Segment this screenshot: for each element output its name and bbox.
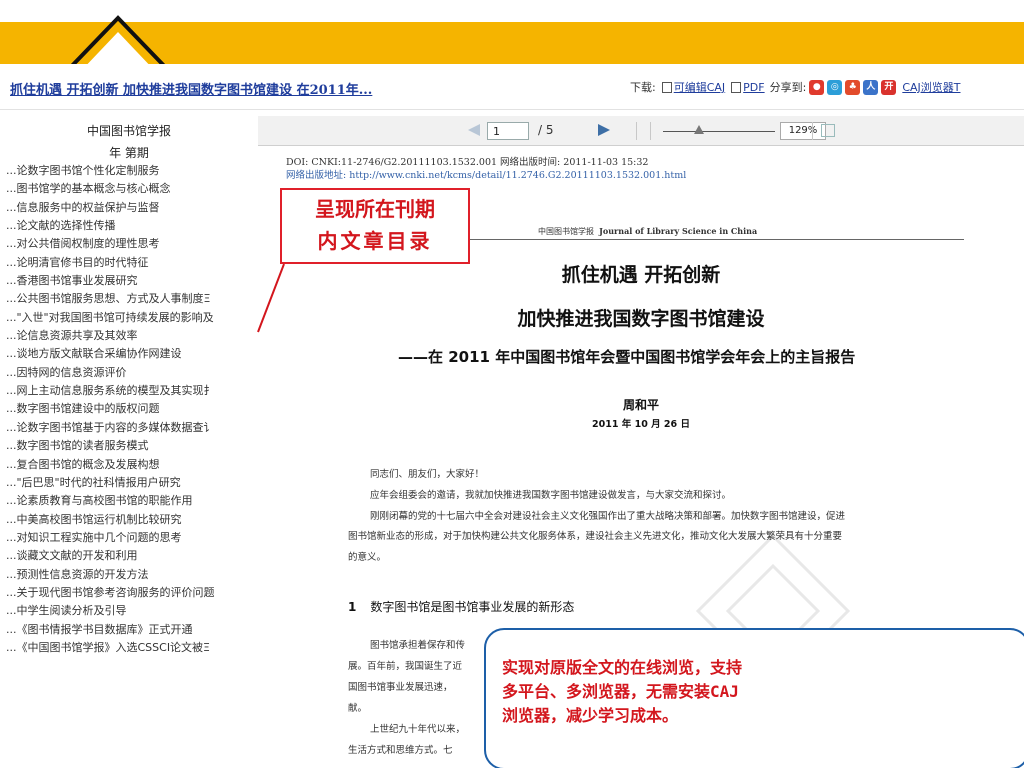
para-s1-3: 国图书馆事业发展迅速，	[348, 682, 453, 693]
para-s1-1: 图书馆承担着保存和传	[370, 640, 466, 651]
toc-callout-line2: 内文章目录	[317, 229, 433, 253]
toc-article-link[interactable]: ...论素质教育与高校图书馆的职能作用	[6, 492, 256, 510]
download-caj-link[interactable]: 可编辑CAJ	[674, 79, 725, 95]
para-s1-4: 献。	[348, 703, 368, 714]
pdf-file-icon	[731, 81, 742, 93]
share-renren-icon[interactable]: ♣	[845, 79, 861, 95]
toc-article-link[interactable]: ...论明清官修书目的时代特征	[6, 254, 256, 272]
toolbar-divider	[650, 122, 651, 140]
para-body-1: 刚刚闭幕的党的十七届六中全会对建设社会主义文化强国作出了重大战略决策和部署。加快…	[370, 511, 846, 522]
toolbar-divider	[636, 122, 637, 140]
doc-author: 周和平	[622, 398, 659, 412]
toc-article-link[interactable]: ...复合图书馆的概念及发展构想	[6, 456, 256, 474]
toc-article-link[interactable]: ...公共图书馆服务思想、方式及人事制度Ξ	[6, 290, 256, 308]
next-page-icon[interactable]	[598, 124, 610, 136]
page-total: / 5	[538, 123, 554, 137]
fulltext-callout-line1: 实现对原版全文的在线浏览，支持	[502, 658, 743, 677]
toc-article-link[interactable]: ...网上主动信息服务系统的模型及其实现扌	[6, 382, 256, 400]
toc-article-link[interactable]: ...中学生阅读分析及引导	[6, 602, 256, 620]
zoom-slider-track[interactable]	[663, 131, 775, 132]
online-url-line[interactable]: 网络出版地址: http://www.cnki.net/kcms/detail/…	[286, 167, 686, 181]
fulltext-callout-line2: 多平台、多浏览器，无需安装CAJ	[502, 682, 739, 701]
viewer-toolbar: / 5 129%	[258, 116, 1024, 146]
para-s1-2: 展。百年前，我国诞生了近	[348, 661, 463, 672]
article-title-bar: 抓住机遇 开拓创新 加快推进我国数字图书馆建设 在2011年... 下载: 可编…	[0, 64, 1024, 110]
caj-file-icon	[661, 81, 672, 93]
share-kaixin-icon[interactable]: 开	[881, 79, 897, 95]
section-number: 1	[348, 600, 357, 614]
toc-callout: 呈现所在刊期 内文章目录	[280, 188, 470, 264]
caj-browser-link[interactable]: CAJ浏览器T	[902, 79, 960, 95]
toc-article-link[interactable]: ...《图书情报学书目数据库》正式开通	[6, 621, 256, 639]
download-pdf-link[interactable]: PDF	[743, 81, 764, 94]
doc-subtitle: ——在 2011 年中国图书馆年会暨中国图书馆学会年会上的主旨报告	[398, 348, 856, 366]
toolbar-divider	[812, 122, 813, 140]
toc-article-link[interactable]: ...谈地方版文献联合采编协作网建设	[6, 345, 256, 363]
toc-article-link[interactable]: ...香港图书馆事业发展研究	[6, 272, 256, 290]
toc-article-link[interactable]: ..."后巴思"时代的社科情报用户研究	[6, 474, 256, 492]
para-body-3: 的意义。	[348, 552, 387, 563]
prev-page-icon[interactable]	[468, 124, 480, 136]
toc-article-link[interactable]: ...论文献的选择性传播	[6, 217, 256, 235]
toc-article-link[interactable]: ...《中国图书馆学报》入选CSSCI论文被Ξ	[6, 639, 256, 657]
toc-article-link[interactable]: ..."入世"对我国图书馆可持续发展的影响及	[6, 309, 256, 327]
zoom-slider-thumb[interactable]	[694, 125, 704, 134]
para-s1-6: 生活方式和思维方式。七	[348, 745, 453, 756]
share-qq-icon[interactable]: ◎	[827, 79, 843, 95]
running-head: 中国图书馆学报 Journal of Library Science in Ch…	[538, 226, 757, 237]
fulltext-callout: 实现对原版全文的在线浏览，支持 多平台、多浏览器，无需安装CAJ 浏览器，减少学…	[484, 628, 1024, 768]
toc-article-link[interactable]: ...论数字图书馆基于内容的多媒体数据查讠	[6, 419, 256, 437]
toc-article-link[interactable]: ...信息服务中的权益保护与监督	[6, 199, 256, 217]
download-share-area: 下载: 可编辑CAJ PDF 分享到: ● ◎ ♣ 人 开 CAJ浏览器T	[630, 79, 961, 95]
toc-article-link[interactable]: ...对知识工程实施中几个问题的思考	[6, 529, 256, 547]
toc-callout-line1: 呈现所在刊期	[315, 197, 435, 221]
toc-article-link[interactable]: ...对公共借阅权制度的理性思考	[6, 235, 256, 253]
toc-article-link[interactable]: ...论数字图书馆个性化定制服务	[6, 162, 256, 180]
share-weibo-icon[interactable]: ●	[809, 79, 825, 95]
doc-date: 2011 年 10 月 26 日	[592, 419, 690, 430]
para-s1-5: 上世纪九十年代以来，	[370, 724, 466, 735]
fit-page-icon[interactable]	[821, 124, 835, 137]
download-label: 下载:	[630, 81, 656, 94]
toc-article-link[interactable]: ...数字图书馆建设中的版权问题	[6, 400, 256, 418]
callout-pointer-line	[257, 264, 285, 333]
para-intro: 应年会组委会的邀请，我就加快推进我国数字图书馆建设做发言，与大家交流和探讨。	[370, 490, 732, 501]
toc-article-link[interactable]: ...中美高校图书馆运行机制比较研究	[6, 511, 256, 529]
zoom-level[interactable]: 129%	[780, 122, 826, 140]
running-head-en: Journal of Library Science in China	[599, 226, 758, 236]
share-people-icon[interactable]: 人	[863, 79, 879, 95]
fulltext-callout-line3: 浏览器，减少学习成本。	[502, 706, 679, 725]
toc-article-link[interactable]: ...预测性信息资源的开发方法	[6, 566, 256, 584]
section-title: 数字图书馆是图书馆事业发展的新形态	[370, 600, 575, 614]
para-body-2: 图书馆新业态的形成，对于加快构建公共文化服务体系，建设社会主义先进文化，推动文化…	[348, 531, 843, 542]
doc-title-line1: 抓住机遇 开拓创新	[561, 264, 721, 286]
issue-toc-sidebar: 中国图书馆学报 年 第期 ...论数字图书馆个性化定制服务 ...图书馆学的基本概…	[0, 116, 258, 768]
toc-list: ...论数字图书馆个性化定制服务 ...图书馆学的基本概念与核心概念 ...信息服务…	[6, 162, 256, 657]
toc-article-link[interactable]: ...因特网的信息资源评价	[6, 364, 256, 382]
page-number-input[interactable]	[487, 122, 529, 140]
journal-name: 中国图书馆学报	[86, 124, 171, 138]
toc-article-link[interactable]: ...关于现代图书馆参考咨询服务的评价问题	[6, 584, 256, 602]
toc-article-link[interactable]: ...数字图书馆的读者服务模式	[6, 437, 256, 455]
issue-label: 年 第期	[109, 146, 149, 160]
toc-article-link[interactable]: ...图书馆学的基本概念与核心概念	[6, 180, 256, 198]
toc-article-link[interactable]: ...谈藏文文献的开发和利用	[6, 547, 256, 565]
section-heading: 1 数字图书馆是图书馆事业发展的新形态	[348, 598, 574, 615]
doc-title-line2: 加快推进我国数字图书馆建设	[517, 308, 765, 330]
para-greeting: 同志们、朋友们，大家好！	[370, 469, 485, 480]
toc-article-link[interactable]: ...论信息资源共享及其效率	[6, 327, 256, 345]
article-title-link[interactable]: 抓住机遇 开拓创新 加快推进我国数字图书馆建设 在2011年...	[10, 79, 372, 98]
running-head-cn: 中国图书馆学报	[538, 227, 594, 236]
share-label: 分享到:	[769, 81, 807, 94]
doi-line: DOI: CNKI:11-2746/G2.20111103.1532.001 网…	[286, 157, 649, 168]
